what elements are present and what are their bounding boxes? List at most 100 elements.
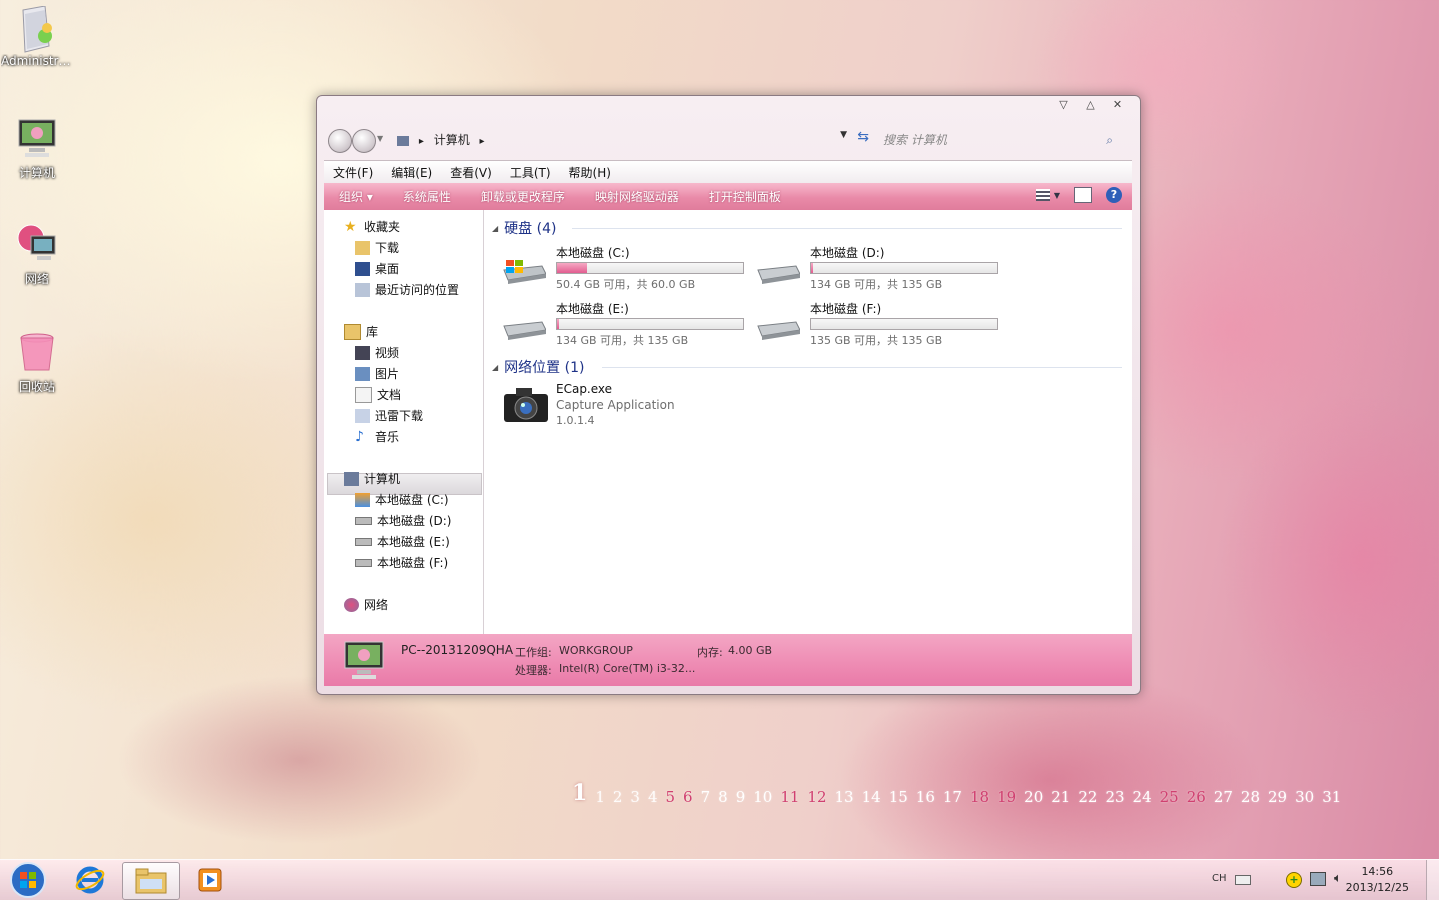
calendar-strip: 1 1 2 3 4 5 6 7 8 9 10 11 12 13 14 15 16 17 18 19 20 21 22 23 24… xyxy=(568,778,1345,806)
calendar-today-marker: 1 xyxy=(572,780,588,806)
nav-item-videos[interactable]: 视频 xyxy=(355,343,399,363)
hard-drive-icon xyxy=(757,321,800,340)
search-icon[interactable]: ⌕ xyxy=(1106,129,1113,151)
taskbar-explorer[interactable] xyxy=(122,862,180,900)
preview-pane-icon[interactable] xyxy=(1074,187,1092,203)
nav-item-label: 视频 xyxy=(375,346,400,360)
computer-icon xyxy=(344,641,384,679)
recent-places-icon xyxy=(355,283,370,297)
nav-item-desktop[interactable]: 桌面 xyxy=(355,259,399,279)
nav-item-music[interactable]: ♪ 音乐 xyxy=(355,427,399,447)
address-dropdown-icon[interactable]: ▼ xyxy=(840,130,847,140)
nav-item-drive-d[interactable]: 本地磁盘 (D:) xyxy=(355,511,451,531)
drive-usage-bar xyxy=(810,262,998,274)
maximize-icon[interactable]: △ xyxy=(1082,98,1099,111)
camera-icon xyxy=(504,388,548,422)
nav-item-drive-e[interactable]: 本地磁盘 (E:) xyxy=(355,532,450,552)
nav-favorites[interactable]: ★ 收藏夹 xyxy=(344,217,400,237)
nav-item-label: 本地磁盘 (D:) xyxy=(377,514,452,528)
desktop-icon-administrator[interactable]: Administra... xyxy=(1,5,73,68)
back-button[interactable] xyxy=(328,129,352,153)
desktop-icon-label: Administra... xyxy=(1,54,73,68)
breadcrumb-computer[interactable]: 计算机 xyxy=(434,133,470,147)
caption-buttons: ▽ △ ✕ xyxy=(1055,98,1126,111)
change-view-icon[interactable] xyxy=(1035,189,1050,201)
menu-view[interactable]: 查看(V) xyxy=(441,164,501,181)
calendar-day: 24 xyxy=(1132,788,1152,806)
menu-tools[interactable]: 工具(T) xyxy=(501,164,560,181)
calendar-day: 10 xyxy=(753,788,773,806)
start-button[interactable] xyxy=(0,862,56,898)
nav-item-thunder-downloads[interactable]: 迅雷下载 xyxy=(355,406,423,426)
help-icon[interactable]: ? xyxy=(1106,187,1122,203)
nav-item-documents[interactable]: 文档 xyxy=(355,385,401,405)
calendar-day: 18 xyxy=(969,788,990,806)
network-item-ecap[interactable]: ECap.exe Capture Application 1.0.1.4 xyxy=(502,382,742,432)
menu-edit[interactable]: 编辑(E) xyxy=(382,164,441,181)
refresh-icon[interactable]: ⇆ xyxy=(857,129,869,145)
minimize-icon[interactable]: ▽ xyxy=(1055,98,1072,111)
search-input[interactable]: 搜索 计算机 ⌕ xyxy=(873,129,1119,151)
taskbar-media-player[interactable] xyxy=(182,862,238,898)
nav-item-recent[interactable]: 最近访问的位置 xyxy=(355,280,459,300)
recent-pages-icon[interactable]: ▼ xyxy=(377,134,383,143)
drive-tile-d[interactable]: 本地磁盘 (D:) 134 GB 可用，共 135 GB xyxy=(756,244,1006,296)
hard-drive-icon xyxy=(355,517,372,525)
drive-tile-c[interactable]: 本地磁盘 (C:) 50.4 GB 可用，共 60.0 GB xyxy=(502,244,752,296)
drive-info: 135 GB 可用，共 135 GB xyxy=(810,334,943,347)
calendar-day: 23 xyxy=(1105,788,1125,806)
group-header-network-locations[interactable]: ◢ 网络位置 (1) xyxy=(492,357,1122,377)
drive-tile-f[interactable]: 本地磁盘 (F:) 135 GB 可用，共 135 GB xyxy=(756,300,1006,352)
content-pane: ◢ 硬盘 (4) 本地磁盘 (C:) 50.4 GB 可用，共 60.0 GB … xyxy=(484,210,1132,634)
nav-libraries[interactable]: 库 xyxy=(344,322,378,342)
nav-item-drive-c[interactable]: 本地磁盘 (C:) xyxy=(355,490,449,510)
volume-icon[interactable]: 🔈︎ xyxy=(1334,871,1342,886)
desktop-icon-recycle-bin[interactable]: 回收站 xyxy=(1,330,73,395)
calendar-day: 4 xyxy=(647,788,658,806)
nav-item-pictures[interactable]: 图片 xyxy=(355,364,399,384)
collapse-triangle-icon[interactable]: ◢ xyxy=(492,363,498,372)
downloads-folder-icon xyxy=(355,241,370,255)
organize-button[interactable]: 组织 ▾ xyxy=(324,188,388,205)
navigation-pane: ★ 收藏夹 下载 桌面 最近访问的位置 库 视频 图片 文档 迅雷下载 ♪ 音乐… xyxy=(324,210,484,634)
user-folder-icon xyxy=(15,5,59,53)
clock-date: 2013/12/25 xyxy=(1345,881,1409,894)
language-indicator[interactable]: CH xyxy=(1212,873,1227,884)
drive-info: 134 GB 可用，共 135 GB xyxy=(556,334,689,347)
nav-network[interactable]: 网络 xyxy=(344,595,388,615)
map-network-drive-button[interactable]: 映射网络驱动器 xyxy=(580,188,694,205)
nav-item-downloads[interactable]: 下载 xyxy=(355,238,399,258)
drive-tile-e[interactable]: 本地磁盘 (E:) 134 GB 可用，共 135 GB xyxy=(502,300,752,352)
system-properties-button[interactable]: 系统属性 xyxy=(388,188,466,205)
music-note-icon: ♪ xyxy=(355,429,364,445)
show-desktop-button[interactable] xyxy=(1426,860,1439,900)
system-clock[interactable]: 14:56 2013/12/25 xyxy=(1346,864,1409,896)
memory-label: 内存: xyxy=(697,646,723,659)
drive-usage-fill xyxy=(557,319,559,329)
thunder-downloads-icon xyxy=(355,409,370,423)
close-icon[interactable]: ✕ xyxy=(1109,98,1126,111)
nav-computer[interactable]: 计算机 xyxy=(344,469,400,489)
network-tray-icon[interactable] xyxy=(1310,872,1326,886)
pictures-library-icon xyxy=(355,367,370,381)
taskbar-internet-explorer[interactable] xyxy=(62,862,118,898)
menu-file[interactable]: 文件(F) xyxy=(324,164,382,181)
computer-icon xyxy=(15,116,59,160)
desktop-icon-network[interactable]: 网络 xyxy=(1,222,73,287)
nav-item-label: 音乐 xyxy=(375,430,400,444)
nav-item-drive-f[interactable]: 本地磁盘 (F:) xyxy=(355,553,448,573)
view-dropdown-icon[interactable]: ▼ xyxy=(1054,191,1060,200)
calendar-day: 30 xyxy=(1295,788,1315,806)
breadcrumb-arrow[interactable]: ▸ xyxy=(480,136,485,147)
desktop-icon-computer[interactable]: 计算机 xyxy=(1,116,73,181)
keyboard-icon[interactable] xyxy=(1235,875,1251,885)
security-shield-icon[interactable]: + xyxy=(1286,872,1302,888)
breadcrumb[interactable]: ▸ 计算机 ▸ xyxy=(397,129,485,151)
forward-button[interactable] xyxy=(352,129,376,153)
uninstall-program-button[interactable]: 卸载或更改程序 xyxy=(466,188,580,205)
network-item-name: ECap.exe xyxy=(556,382,613,396)
group-header-hard-drives[interactable]: ◢ 硬盘 (4) xyxy=(492,218,1122,238)
open-control-panel-button[interactable]: 打开控制面板 xyxy=(694,188,796,205)
menu-help[interactable]: 帮助(H) xyxy=(560,164,620,181)
collapse-triangle-icon[interactable]: ◢ xyxy=(492,224,498,233)
